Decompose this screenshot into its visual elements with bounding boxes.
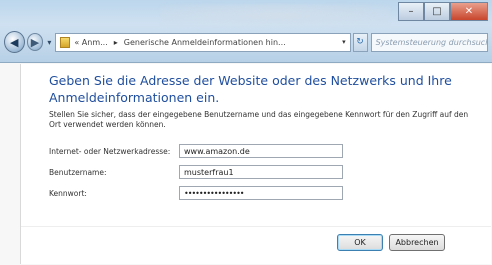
- password-row: Kennwort:: [49, 186, 343, 200]
- ok-button[interactable]: OK: [337, 234, 383, 251]
- forward-arrow-icon: ▶: [30, 35, 40, 49]
- minimize-button[interactable]: –: [398, 2, 424, 21]
- address-row: Internet- oder Netzwerkadresse:: [49, 144, 343, 158]
- search-input[interactable]: Systemsteuerung durchsuchen ⚲: [370, 32, 488, 52]
- window-title-blur: [160, 4, 390, 26]
- dialog-description: Stellen Sie sicher, dass der eingegebene…: [49, 110, 469, 129]
- folder-icon: [60, 36, 71, 48]
- back-button[interactable]: ◀: [4, 31, 25, 53]
- refresh-icon: ↻: [356, 37, 364, 47]
- password-field[interactable]: [179, 186, 343, 200]
- address-dropdown-icon[interactable]: ▾: [342, 38, 346, 46]
- forward-button[interactable]: ▶: [26, 33, 44, 51]
- caption-buttons: – □ ✕: [398, 2, 488, 21]
- window-titlebar: – □ ✕ ◀ ▶ ▾ « Anm... ▸ Generische Anmeld…: [0, 0, 492, 63]
- recent-pages-dropdown-icon[interactable]: ▾: [47, 38, 51, 47]
- username-field[interactable]: [179, 165, 343, 179]
- address-field[interactable]: [179, 144, 343, 158]
- breadcrumb-separator-icon[interactable]: ▸: [114, 38, 118, 47]
- search-placeholder: Systemsteuerung durchsuchen: [375, 37, 488, 47]
- breadcrumb-parent[interactable]: « Anm...: [74, 38, 107, 47]
- cancel-button[interactable]: Abbrechen: [389, 234, 445, 251]
- address-label: Internet- oder Netzwerkadresse:: [49, 146, 171, 156]
- username-row: Benutzername:: [49, 165, 343, 179]
- maximize-button[interactable]: □: [424, 2, 450, 21]
- dialog-heading: Geben Sie die Adresse der Website oder d…: [49, 73, 452, 105]
- password-label: Kennwort:: [49, 188, 87, 198]
- username-label: Benutzername:: [49, 167, 107, 177]
- address-bar[interactable]: « Anm... ▸ Generische Anmeldeinformation…: [55, 32, 351, 52]
- divider: [21, 226, 491, 227]
- back-arrow-icon: ◀: [10, 35, 19, 49]
- credential-dialog: Geben Sie die Adresse der Website oder d…: [20, 64, 491, 264]
- breadcrumb-current[interactable]: Generische Anmeldeinformationen hin...: [124, 38, 286, 47]
- close-button[interactable]: ✕: [450, 2, 488, 21]
- navigation-bar: ◀ ▶ ▾ « Anm... ▸ Generische Anmeldeinfor…: [4, 30, 488, 54]
- refresh-button[interactable]: ↻: [352, 32, 368, 52]
